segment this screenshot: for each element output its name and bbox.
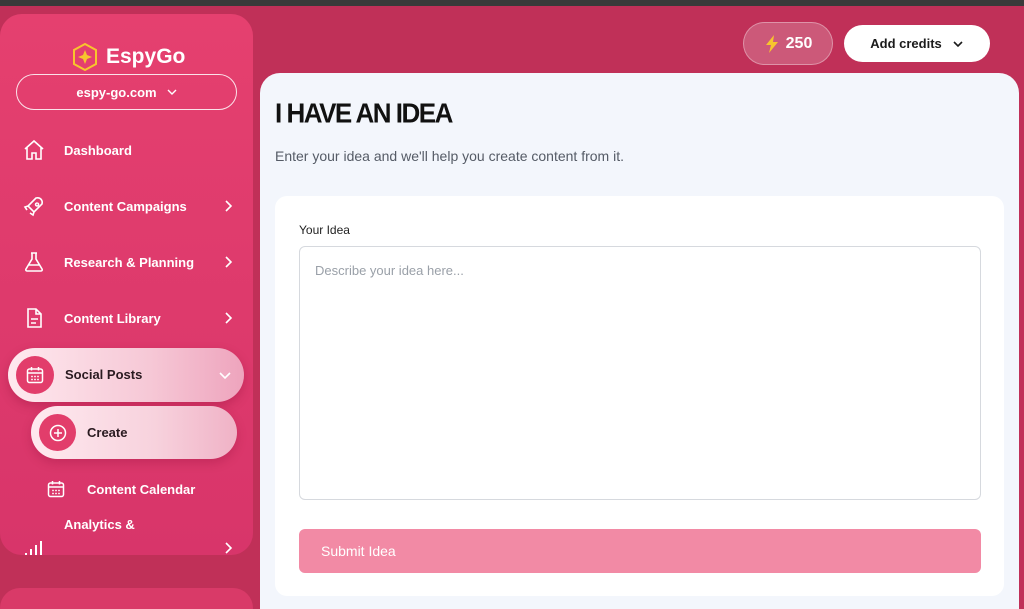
sidebar: EspyGo espy-go.com Dashboard Content Cam… xyxy=(0,14,253,555)
home-icon xyxy=(24,139,44,160)
sidebar-subitem-content-calendar[interactable]: Content Calendar xyxy=(0,469,253,509)
sidebar-item-label: Social Posts xyxy=(65,367,143,382)
calendar-icon xyxy=(26,367,44,384)
sidebar-subitem-label: Create xyxy=(87,425,128,440)
idea-form-card: Your Idea Submit Idea xyxy=(275,196,1004,596)
create-icon-badge xyxy=(39,414,76,451)
chevron-down-icon xyxy=(953,40,963,47)
add-credits-label: Add credits xyxy=(870,36,942,51)
chevron-down-icon xyxy=(167,89,177,95)
site-selector-value: espy-go.com xyxy=(76,84,157,100)
calendar-icon xyxy=(47,481,65,498)
plus-circle-icon xyxy=(49,424,66,441)
app-logo[interactable]: EspyGo xyxy=(70,42,185,72)
credits-value: 250 xyxy=(785,34,813,52)
site-selector[interactable]: espy-go.com xyxy=(16,74,237,110)
bar-chart-icon xyxy=(25,541,42,555)
document-icon xyxy=(27,308,42,328)
idea-field-label: Your Idea xyxy=(299,223,350,237)
sidebar-secondary-panel xyxy=(0,588,253,609)
chevron-down-icon xyxy=(219,372,231,380)
page-title: I HAVE AN IDEA xyxy=(275,97,453,129)
logo-icon xyxy=(73,42,97,72)
idea-textarea[interactable] xyxy=(299,246,981,500)
social-posts-icon-badge xyxy=(16,356,54,394)
sidebar-item-social-posts[interactable]: Social Posts xyxy=(8,348,244,402)
add-credits-button[interactable]: Add credits xyxy=(844,25,990,62)
sidebar-item-dashboard[interactable]: Dashboard xyxy=(0,130,253,170)
sidebar-item-content-campaigns[interactable]: Content Campaigns xyxy=(0,186,253,226)
sidebar-item-content-library[interactable]: Content Library xyxy=(0,298,253,338)
chevron-right-icon xyxy=(225,312,233,324)
sidebar-item-label: Analytics & xyxy=(64,517,135,532)
sidebar-subitem-label: Content Calendar xyxy=(87,481,196,497)
main-content: I HAVE AN IDEA Enter your idea and we'll… xyxy=(260,73,1019,609)
sidebar-item-label: Content Library xyxy=(64,310,161,326)
sidebar-item-analytics[interactable]: Analytics & xyxy=(0,517,253,555)
lightning-icon xyxy=(765,34,778,53)
submit-idea-button[interactable]: Submit Idea xyxy=(299,529,981,573)
app-name: EspyGo xyxy=(106,45,186,68)
chevron-right-icon xyxy=(225,200,233,212)
flask-icon xyxy=(25,252,43,272)
rocket-icon xyxy=(23,197,43,217)
page-subtitle: Enter your idea and we'll help you creat… xyxy=(275,148,624,164)
window-top-strip xyxy=(0,0,1024,6)
credits-balance[interactable]: 250 xyxy=(743,22,833,65)
sidebar-item-label: Content Campaigns xyxy=(64,198,187,214)
sidebar-subitem-create[interactable]: Create xyxy=(31,406,237,459)
sidebar-item-label: Dashboard xyxy=(64,142,132,158)
sidebar-item-label: Research & Planning xyxy=(64,254,195,270)
chevron-right-icon xyxy=(225,542,233,554)
sidebar-item-research-planning[interactable]: Research & Planning xyxy=(0,242,253,282)
chevron-right-icon xyxy=(225,256,233,268)
